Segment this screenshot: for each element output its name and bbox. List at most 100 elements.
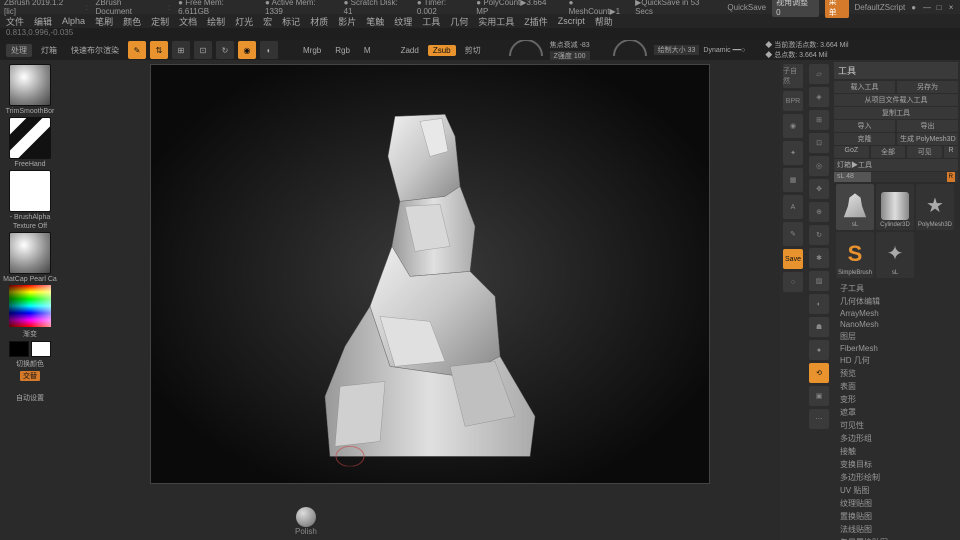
load-tool-button[interactable]: 载入工具 bbox=[834, 81, 895, 93]
subpanel-uvmap[interactable]: UV 贴图 bbox=[838, 484, 954, 497]
menu-edit[interactable]: 编辑 bbox=[34, 15, 52, 28]
clone-button[interactable]: 克隆 bbox=[834, 133, 895, 145]
shelf-extra-icon[interactable]: ○ bbox=[783, 272, 803, 292]
menu-tag[interactable]: 菜单 bbox=[825, 0, 849, 18]
goz-all-button[interactable]: 全部 bbox=[871, 146, 906, 158]
subpanel-contact[interactable]: 接触 bbox=[838, 445, 954, 458]
texture-thumbnail[interactable] bbox=[9, 232, 51, 274]
shelf-solo-icon[interactable]: ● bbox=[809, 340, 829, 360]
sculptris-icon[interactable]: ◐ bbox=[260, 41, 278, 59]
menu-utility[interactable]: 实用工具 bbox=[478, 15, 514, 28]
stroke-thumbnail[interactable] bbox=[9, 117, 51, 159]
copy-tool-button[interactable]: 复制工具 bbox=[834, 107, 958, 119]
cut-button[interactable]: 剪切 bbox=[460, 44, 486, 57]
menu-help[interactable]: 帮助 bbox=[595, 15, 613, 28]
slider-r-button[interactable]: R bbox=[947, 172, 955, 182]
shelf-brush-icon[interactable]: ✎ bbox=[783, 222, 803, 246]
move-mode-icon[interactable]: ⊞ bbox=[172, 41, 190, 59]
draw-size-arc[interactable] bbox=[610, 40, 650, 60]
draw-size-label[interactable]: 绘制大小 33 bbox=[654, 45, 700, 55]
shelf-doc-icon[interactable]: ▱ bbox=[809, 64, 829, 84]
menu-macro[interactable]: 宏 bbox=[263, 15, 272, 28]
shelf-transp-icon[interactable]: ◐ bbox=[809, 294, 829, 314]
color-picker[interactable] bbox=[9, 285, 51, 327]
close-icon[interactable]: × bbox=[946, 3, 956, 12]
rotate-mode-icon[interactable]: ↻ bbox=[216, 41, 234, 59]
alpha-thumbnail[interactable] bbox=[9, 170, 51, 212]
lightbox-button[interactable]: 灯箱 bbox=[36, 44, 62, 57]
shelf-camera-icon[interactable]: ▣ bbox=[809, 386, 829, 406]
tool-thumb-polymesh[interactable]: ★PolyMesh3D bbox=[916, 184, 954, 230]
zsub-button[interactable]: Zsub bbox=[428, 45, 456, 56]
make-polymesh-button[interactable]: 生成 PolyMesh3D bbox=[897, 133, 958, 145]
menu-custom[interactable]: 定制 bbox=[151, 15, 169, 28]
subpanel-masking[interactable]: 遮罩 bbox=[838, 406, 954, 419]
export-button[interactable]: 导出 bbox=[897, 120, 958, 132]
subpanel-nanomesh[interactable]: NanoMesh bbox=[838, 319, 954, 330]
m-button[interactable]: M bbox=[359, 45, 376, 56]
subpanel-displacement[interactable]: 置换贴图 bbox=[838, 510, 954, 523]
subpanel-fibermesh[interactable]: FiberMesh bbox=[838, 343, 954, 354]
subpanel-arraymesh[interactable]: ArrayMesh bbox=[838, 308, 954, 319]
mrgb-button[interactable]: Mrgb bbox=[298, 45, 326, 56]
zadd-button[interactable]: Zadd bbox=[396, 45, 424, 56]
shelf-subtool-icon[interactable]: 子自然 bbox=[783, 64, 803, 88]
shelf-a-icon[interactable]: A bbox=[783, 195, 803, 219]
subpanel-visibility[interactable]: 可见性 bbox=[838, 419, 954, 432]
shelf-ghost-icon[interactable]: ☗ bbox=[809, 317, 829, 337]
maximize-icon[interactable]: □ bbox=[934, 3, 944, 12]
shelf-move-icon[interactable]: ✥ bbox=[809, 179, 829, 199]
shelf-scene-icon[interactable]: ◉ bbox=[783, 114, 803, 138]
subpanel-polypaint[interactable]: 多边形绘制 bbox=[838, 471, 954, 484]
subpanel-geometry[interactable]: 几何体编辑 bbox=[838, 295, 954, 308]
shelf-bpr-icon[interactable]: BPR bbox=[783, 91, 803, 111]
subpanel-subtool[interactable]: 子工具 bbox=[838, 282, 954, 295]
minimize-icon[interactable]: — bbox=[922, 3, 932, 12]
shelf-history-icon[interactable]: ⟲ bbox=[809, 363, 829, 383]
menu-texture[interactable]: 纹理 bbox=[394, 15, 412, 28]
menu-color[interactable]: 颜色 bbox=[123, 15, 141, 28]
subpanel-deform[interactable]: 变形 bbox=[838, 393, 954, 406]
tool-thumb-active[interactable]: sL bbox=[836, 184, 874, 230]
menu-movie[interactable]: 影片 bbox=[338, 15, 356, 28]
tool-slider[interactable]: sL 48 R bbox=[834, 172, 958, 182]
rock-mesh[interactable] bbox=[300, 96, 560, 466]
goz-r-button[interactable]: R bbox=[944, 146, 958, 158]
menu-geometry[interactable]: 几何 bbox=[450, 15, 468, 28]
menu-file[interactable]: 文件 bbox=[6, 15, 24, 28]
menu-material[interactable]: 材质 bbox=[310, 15, 328, 28]
brush-thumbnail[interactable] bbox=[9, 64, 51, 106]
shelf-polyf-icon[interactable]: ▨ bbox=[809, 271, 829, 291]
subpanel-morph[interactable]: 变换目标 bbox=[838, 458, 954, 471]
z-intensity-label[interactable]: Z强度 100 bbox=[550, 51, 590, 61]
shelf-save-icon[interactable]: Save bbox=[783, 249, 803, 269]
subpanel-vector-disp[interactable]: 矢量置换贴图 bbox=[838, 536, 954, 540]
options-icon[interactable]: ● bbox=[911, 3, 916, 12]
shelf-floor-icon[interactable]: ⊞ bbox=[809, 110, 829, 130]
subpanel-hd-geo[interactable]: HD 几何 bbox=[838, 354, 954, 367]
tool-thumb-extra[interactable]: ✦sL bbox=[876, 232, 914, 278]
gizmo-icon[interactable]: ◉ bbox=[238, 41, 256, 59]
subpanel-surface[interactable]: 表面 bbox=[838, 380, 954, 393]
menu-brush[interactable]: 笔刷 bbox=[95, 15, 113, 28]
tool-panel-title[interactable]: 工具 bbox=[834, 62, 958, 79]
dynamic-toggle[interactable]: Dynamic ━━○ bbox=[703, 46, 745, 54]
subpanel-normalmap[interactable]: 法线贴图 bbox=[838, 523, 954, 536]
switch-color-label[interactable]: 切换颜色 bbox=[16, 359, 44, 369]
focal-shift-arc[interactable] bbox=[506, 40, 546, 60]
shelf-local-icon[interactable]: ⊡ bbox=[809, 133, 829, 153]
perspective-tag[interactable]: 视角调整 0 bbox=[772, 0, 818, 17]
shelf-misc-icon[interactable]: ⋯ bbox=[809, 409, 829, 429]
menu-draw[interactable]: 绘制 bbox=[207, 15, 225, 28]
menu-light[interactable]: 灯光 bbox=[235, 15, 253, 28]
default-zscript[interactable]: DefaultZScript bbox=[855, 3, 906, 12]
color-secondary-swatch[interactable] bbox=[31, 341, 51, 357]
rgb-button[interactable]: Rgb bbox=[330, 45, 355, 56]
shelf-enhance-icon[interactable]: ✦ bbox=[783, 141, 803, 165]
scale-mode-icon[interactable]: ⊡ bbox=[194, 41, 212, 59]
projection-button[interactable]: 处理 bbox=[6, 44, 32, 57]
menu-zplugin[interactable]: Z插件 bbox=[524, 15, 548, 28]
menu-document[interactable]: 文档 bbox=[179, 15, 197, 28]
goz-button[interactable]: GoZ bbox=[834, 146, 869, 158]
shelf-frame-icon[interactable]: ◎ bbox=[809, 156, 829, 176]
